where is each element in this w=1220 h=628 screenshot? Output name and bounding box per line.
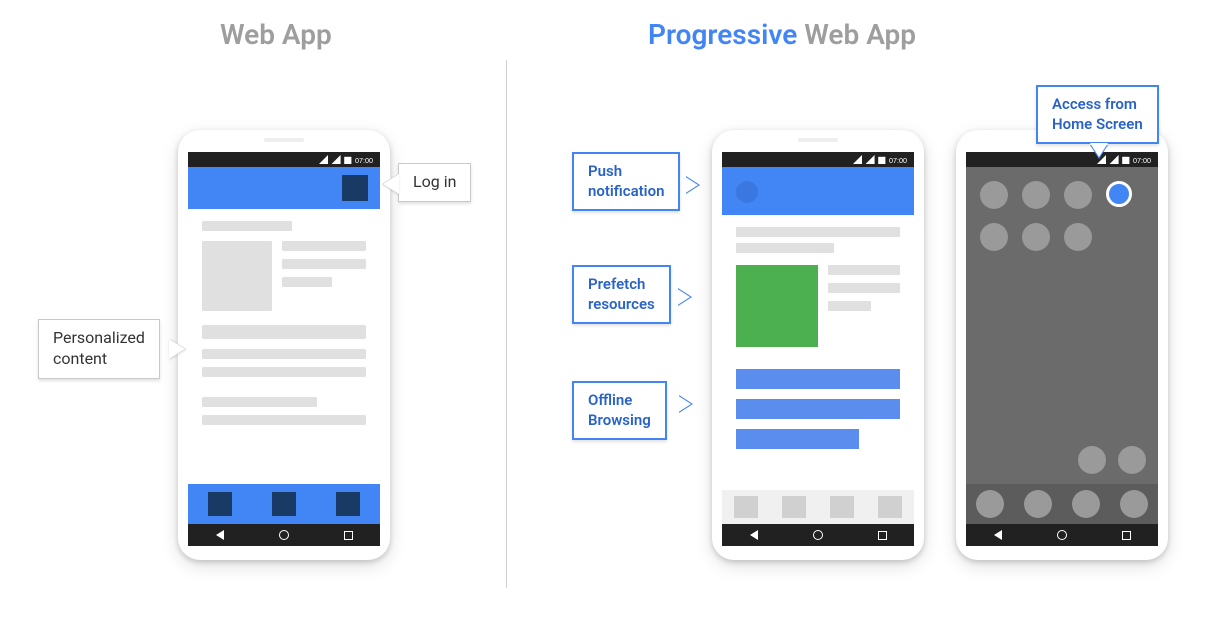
label-personalized: Personalized content: [38, 319, 160, 379]
pointer-offline: [677, 395, 691, 413]
phone-home-screen: 07:00: [956, 130, 1168, 560]
vertical-divider: [506, 60, 507, 588]
title-pwa-accent: Progressive: [648, 18, 797, 51]
content-area: [722, 215, 914, 471]
phone-web-app: 07:00: [178, 130, 390, 560]
app-icon: [1022, 181, 1050, 209]
label-offline: Offline Browsing: [572, 381, 667, 440]
text-bar: [828, 301, 871, 311]
back-icon: [216, 530, 224, 540]
app-icon: [980, 181, 1008, 209]
home-screen: [966, 167, 1158, 524]
tab-icon: [782, 496, 806, 518]
app-icon: [1022, 223, 1050, 251]
screen-pwa: [722, 167, 914, 524]
phone-speaker: [798, 138, 838, 142]
pointer-prefetch: [676, 288, 690, 306]
app-icon: [1118, 446, 1146, 474]
app-header: [188, 167, 380, 209]
status-time: 07:00: [355, 156, 373, 164]
screen-webapp: [188, 167, 380, 524]
label-home-screen: Access from Home Screen: [1036, 85, 1159, 144]
home-icon: [1057, 530, 1067, 540]
text-bar: [202, 325, 366, 339]
status-bar: 07:00: [188, 152, 380, 167]
image-placeholder: [202, 241, 272, 311]
pwa-home-icon: [1106, 181, 1132, 207]
dock-icon: [976, 490, 1004, 518]
phone-speaker: [264, 138, 304, 142]
text-bar: [282, 259, 366, 269]
title-pwa: Progressive Web App: [648, 18, 916, 51]
text-bar: [202, 397, 317, 407]
overview-icon: [1122, 531, 1131, 540]
dock-icon: [1072, 490, 1100, 518]
app-icon-grid: [980, 181, 1150, 251]
text-bar: [736, 243, 834, 253]
tab-icon: [734, 496, 758, 518]
offline-content-bar: [736, 369, 900, 389]
status-icons: 07:00: [318, 155, 374, 164]
phone-pwa-app: 07:00: [712, 130, 924, 560]
label-login: Log in: [398, 163, 471, 202]
pwa-header: [722, 167, 914, 215]
pointer-home-screen: [1090, 143, 1108, 157]
push-notification-icon: [736, 181, 758, 203]
text-bar: [202, 415, 366, 425]
footer-icon: [208, 492, 232, 516]
android-navbar: [966, 524, 1158, 546]
status-bar: 07:00: [722, 152, 914, 167]
home-icon: [279, 530, 289, 540]
status-time: 07:00: [889, 156, 907, 164]
overview-icon: [878, 531, 887, 540]
label-push: Push notification: [572, 152, 680, 211]
tab-icon: [830, 496, 854, 518]
footer-icon: [336, 492, 360, 516]
text-bar: [282, 241, 366, 251]
pointer-personalized: [169, 339, 185, 359]
app-icon: [980, 223, 1008, 251]
text-bar: [202, 349, 366, 359]
android-navbar: [722, 524, 914, 546]
text-bar: [828, 283, 900, 293]
prefetched-image: [736, 265, 818, 347]
offline-content-bar: [736, 399, 900, 419]
footer-nav: [188, 484, 380, 524]
status-time: 07:00: [1133, 156, 1151, 164]
text-bar: [282, 277, 332, 287]
home-dock: [966, 484, 1158, 524]
text-bar: [828, 265, 900, 275]
title-web-app: Web App: [220, 18, 332, 51]
pointer-push: [684, 176, 698, 194]
home-icon: [813, 530, 823, 540]
status-bar: 07:00: [966, 152, 1158, 167]
dock-icon: [1120, 490, 1148, 518]
content-area: [188, 209, 380, 437]
label-prefetch: Prefetch resources: [572, 265, 671, 324]
text-bar: [736, 227, 900, 237]
dock-icon: [1024, 490, 1052, 518]
title-pwa-rest: Web App: [797, 18, 916, 51]
back-icon: [994, 530, 1002, 540]
pointer-login: [383, 174, 399, 194]
back-icon: [750, 530, 758, 540]
app-icon: [1064, 223, 1092, 251]
app-icon: [1078, 446, 1106, 474]
tab-row: [722, 490, 914, 524]
footer-icon: [272, 492, 296, 516]
login-button-icon: [342, 175, 368, 201]
text-bar: [202, 367, 366, 377]
android-navbar: [188, 524, 380, 546]
text-bar: [202, 221, 292, 231]
app-icon: [1064, 181, 1092, 209]
overview-icon: [344, 531, 353, 540]
status-icons: 07:00: [852, 155, 908, 164]
tab-icon: [878, 496, 902, 518]
offline-content-bar: [736, 429, 859, 449]
